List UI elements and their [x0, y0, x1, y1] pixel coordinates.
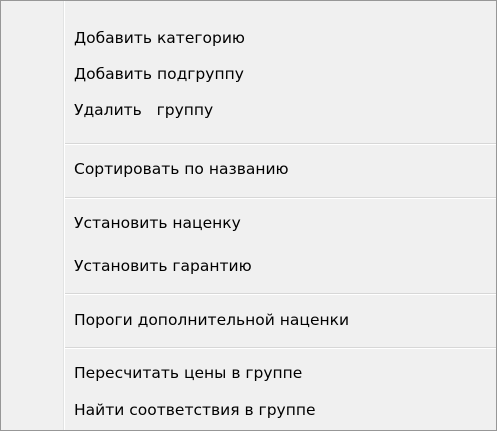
- menu-separator: [65, 143, 496, 145]
- menu-item-add-subgroup[interactable]: Добавить подгруппу: [74, 61, 244, 87]
- menu-item-recalculate-prices[interactable]: Пересчитать цены в группе: [74, 360, 302, 386]
- menu-separator: [65, 293, 496, 295]
- menu-item-set-markup[interactable]: Установить наценку: [74, 210, 241, 236]
- icon-gutter-divider-highlight: [64, 1, 65, 430]
- menu-item-add-category[interactable]: Добавить категорию: [74, 25, 245, 51]
- menu-item-find-matches[interactable]: Найти соответствия в группе: [74, 397, 316, 423]
- menu-separator: [65, 347, 496, 349]
- menu-separator: [65, 197, 496, 199]
- menu-item-sort-by-name[interactable]: Сортировать по названию: [74, 156, 289, 182]
- context-menu: Добавить категорию Добавить подгруппу Уд…: [0, 0, 497, 431]
- menu-item-additional-markup-thresholds[interactable]: Пороги дополнительной наценки: [74, 307, 349, 333]
- menu-item-set-warranty[interactable]: Установить гарантию: [74, 253, 252, 279]
- menu-item-delete-group[interactable]: Удалить группу: [74, 97, 213, 123]
